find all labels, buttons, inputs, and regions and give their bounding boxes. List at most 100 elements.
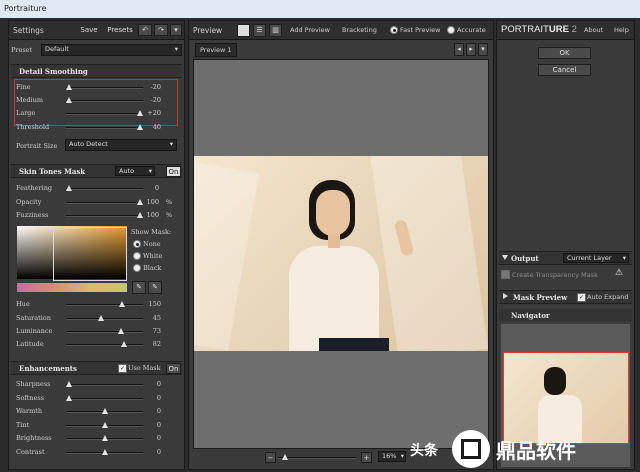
warning-icon: ⚠: [615, 268, 624, 278]
slider-thumb[interactable]: [66, 381, 72, 387]
eyedropper-plus-button[interactable]: ✎: [148, 281, 162, 294]
fast-preview-radio[interactable]: [390, 26, 398, 34]
use-mask-checkbox[interactable]: ✓: [118, 364, 127, 373]
slider-track[interactable]: [66, 100, 143, 102]
slider-thumb[interactable]: [117, 328, 124, 334]
output-header[interactable]: Output Current Layer ▾: [499, 251, 632, 265]
preview-photo: [194, 156, 488, 351]
minus-icon: −: [267, 454, 274, 462]
slider-value: 73: [152, 327, 161, 335]
brand-logo: PORTRAITURE 2: [501, 24, 577, 35]
slider-track[interactable]: [66, 113, 143, 115]
slider-label: Saturation: [16, 314, 51, 322]
zoom-in-button[interactable]: +: [361, 452, 372, 463]
slider-track[interactable]: [66, 87, 143, 89]
slider-track[interactable]: [66, 344, 143, 346]
portrait-size-select[interactable]: Auto Detect ▾: [65, 139, 177, 151]
slider-value: +20: [147, 109, 161, 117]
slider-track[interactable]: [66, 127, 143, 129]
about-button[interactable]: About: [584, 26, 603, 34]
show-mask-radio-none[interactable]: [133, 240, 141, 248]
zoom-slider-thumb[interactable]: [282, 454, 288, 460]
accurate-radio[interactable]: [447, 26, 455, 34]
tab-prev-button[interactable]: ◂: [454, 43, 464, 56]
figure-trousers: [319, 338, 389, 351]
skin-mode-select[interactable]: Auto ▾: [115, 166, 155, 176]
slider-value: 0: [156, 380, 161, 388]
slider-thumb[interactable]: [101, 422, 108, 428]
slider-value: 150: [148, 300, 161, 308]
create-mask-checkbox[interactable]: [501, 270, 510, 279]
bracketing-button[interactable]: Bracketing: [342, 26, 377, 34]
eyedropper-button[interactable]: ✎: [132, 281, 146, 294]
slider-thumb[interactable]: [121, 341, 128, 347]
auto-expand-checkbox[interactable]: ✓: [577, 293, 586, 302]
slider-thumb[interactable]: [66, 97, 72, 103]
slider-thumb[interactable]: [97, 315, 104, 321]
preset-select[interactable]: Default ▾: [41, 44, 182, 56]
slider-value: 100: [146, 198, 159, 206]
tab-next-button[interactable]: ▸: [466, 43, 476, 56]
add-preview-button[interactable]: Add Preview: [290, 26, 330, 34]
slider-thumb[interactable]: [119, 301, 126, 307]
slider-track[interactable]: [66, 202, 143, 204]
help-button[interactable]: Help: [614, 26, 629, 34]
split-vertical-button[interactable]: ▥: [269, 24, 282, 37]
show-mask-radio-black[interactable]: [133, 264, 141, 272]
show-mask-label: Show Mask:: [131, 228, 172, 236]
slider-track[interactable]: [66, 188, 143, 190]
output-select[interactable]: Current Layer ▾: [563, 253, 629, 263]
split-horizontal-button[interactable]: ☰: [253, 24, 266, 37]
chevron-left-icon: ◂: [457, 45, 461, 53]
slider-label: Brightness: [16, 434, 52, 442]
show-mask-option-label: Black: [143, 264, 162, 272]
zoom-track[interactable]: [278, 457, 356, 459]
slider-track[interactable]: [66, 215, 143, 217]
slider-thumb[interactable]: [66, 185, 72, 191]
figure-face: [316, 190, 350, 236]
slider-thumb[interactable]: [101, 435, 108, 441]
preview-canvas[interactable]: [193, 59, 489, 449]
preset-label: Preset: [11, 46, 33, 54]
single-view-button[interactable]: [237, 24, 250, 37]
ok-button[interactable]: OK: [538, 47, 591, 59]
mask-preview-header[interactable]: Mask Preview ✓ Auto Expand: [499, 290, 632, 304]
cancel-button[interactable]: Cancel: [538, 64, 591, 76]
slider-thumb[interactable]: [66, 84, 72, 90]
slider-track[interactable]: [66, 318, 143, 320]
tab-menu-button[interactable]: ▾: [478, 43, 488, 56]
slider-track[interactable]: [66, 331, 143, 333]
slider-thumb[interactable]: [66, 395, 72, 401]
portrait-size-value: Auto Detect: [69, 140, 108, 148]
zoom-out-button[interactable]: −: [265, 452, 276, 463]
show-mask-option-label: None: [143, 240, 161, 248]
zoom-select[interactable]: 16% ▾: [378, 451, 406, 462]
zoom-bar: − +: [265, 452, 372, 464]
presets-button[interactable]: Presets: [104, 24, 136, 36]
enhancements-toggle[interactable]: On: [166, 363, 181, 374]
preview-toolbar: Preview ☰ ▥ Add Preview Bracketing Fast …: [189, 21, 493, 40]
show-mask-radio-white[interactable]: [133, 252, 141, 260]
slider-track[interactable]: [66, 304, 143, 306]
slider-value: 0: [156, 394, 161, 402]
enhancements-header[interactable]: Enhancements ✓ Use Mask On: [11, 361, 182, 375]
slider-thumb[interactable]: [101, 408, 108, 414]
watermark-logo: [452, 430, 490, 468]
redo-button[interactable]: ↷: [154, 24, 168, 36]
skin-tones-header[interactable]: Skin Tones Mask Auto ▾ On: [11, 164, 182, 178]
detail-smoothing-header[interactable]: Detail Smoothing: [11, 64, 182, 78]
figure-body: [289, 246, 379, 351]
save-button[interactable]: Save: [77, 24, 101, 36]
color-selection-box[interactable]: [53, 227, 127, 281]
slider-track[interactable]: [66, 398, 143, 400]
undo-button[interactable]: ↶: [138, 24, 152, 36]
slider-track[interactable]: [66, 384, 143, 386]
tab-preview-1[interactable]: Preview 1: [195, 43, 237, 57]
collapse-icon: [502, 255, 508, 260]
slider-value: 40: [152, 123, 161, 131]
slider-thumb[interactable]: [101, 449, 108, 455]
settings-menu-button[interactable]: ▾: [170, 24, 182, 36]
hue-gradient-bar[interactable]: [17, 283, 127, 292]
skin-toggle[interactable]: On: [166, 166, 181, 177]
output-label: Output: [511, 254, 539, 263]
